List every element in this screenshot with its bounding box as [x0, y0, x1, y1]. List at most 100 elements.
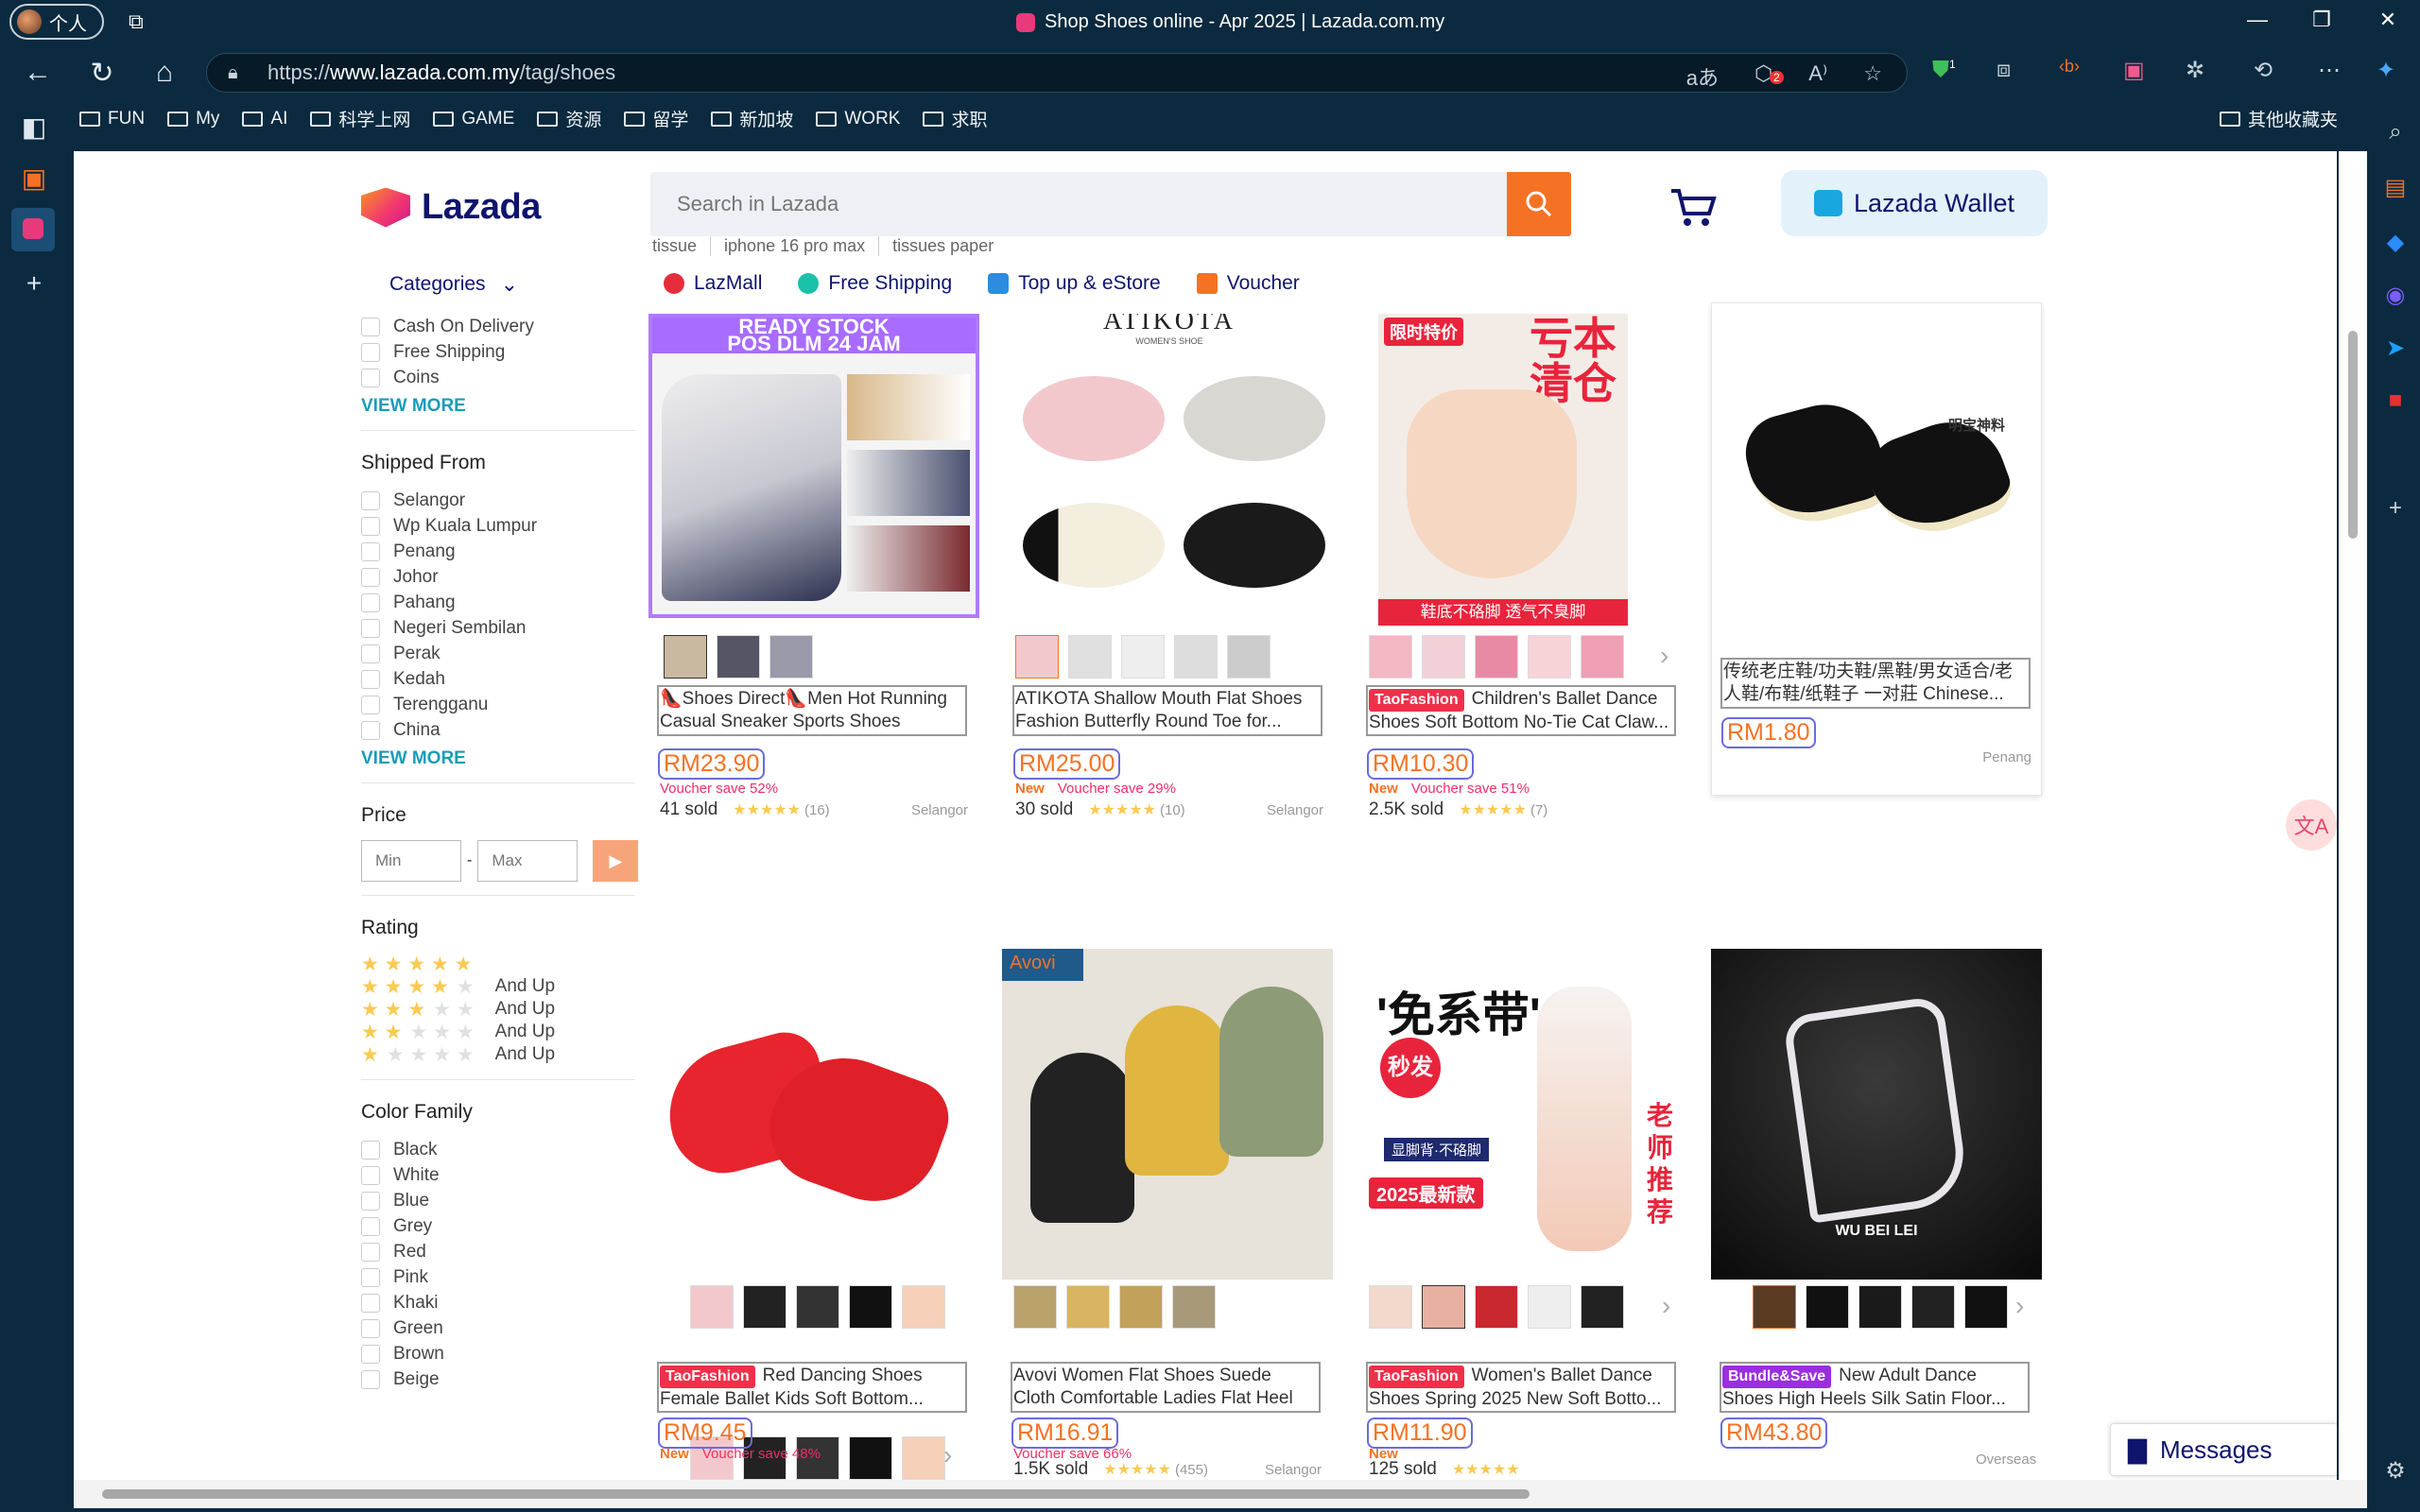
briefcase-icon[interactable]: ▤: [2380, 174, 2411, 204]
price-max-input[interactable]: [477, 840, 579, 882]
nav-topup[interactable]: Top up & eStore: [988, 272, 1161, 295]
checkbox[interactable]: [361, 516, 380, 536]
app-purple-icon[interactable]: ◉: [2380, 282, 2411, 312]
product-image[interactable]: 明宝神料: [1712, 303, 2041, 615]
checkbox[interactable]: [361, 1242, 380, 1262]
bookmark-ai[interactable]: AI: [242, 106, 287, 131]
price-apply-button[interactable]: ▶: [593, 840, 639, 882]
product-title[interactable]: ATIKOTA Shallow Mouth Flat Shoes Fashion…: [1012, 685, 1322, 736]
refresh-icon[interactable]: ↻: [83, 57, 121, 90]
back-icon[interactable]: ←: [19, 57, 57, 89]
nav-lazmall[interactable]: LazMall: [664, 272, 762, 295]
minimize-icon[interactable]: —: [2238, 8, 2276, 32]
thumb[interactable]: [1422, 635, 1465, 679]
search-input[interactable]: [650, 172, 1501, 236]
cart-icon[interactable]: [1669, 187, 1717, 229]
checkbox[interactable]: [361, 1369, 380, 1389]
read-aloud-icon[interactable]: A⁾: [1808, 61, 1827, 92]
bookmark-ziyuan[interactable]: 资源: [537, 106, 601, 131]
checkbox[interactable]: [361, 1216, 380, 1236]
history-icon[interactable]: ⟲: [2254, 57, 2273, 84]
product-image[interactable]: Avovi: [1002, 949, 1333, 1280]
nav-free-shipping[interactable]: Free Shipping: [798, 272, 952, 295]
thumb[interactable]: [1227, 635, 1270, 679]
extension-code-icon[interactable]: ‹b›: [2059, 57, 2080, 77]
product-card[interactable]: 明宝神料 传统老庄鞋/功夫鞋/黑鞋/男女适合/老人鞋/布鞋/纸鞋子 一对莊 Ch…: [1711, 302, 2042, 796]
tab-lazada-active[interactable]: [11, 208, 55, 251]
favorite-icon[interactable]: ☆: [1863, 61, 1882, 92]
bookmark-my[interactable]: My: [167, 106, 219, 131]
close-icon[interactable]: ✕: [2369, 8, 2407, 32]
suggestion-link[interactable]: tissue: [652, 236, 710, 256]
thumb[interactable]: [1369, 635, 1412, 679]
scroll-thumb[interactable]: [102, 1489, 1530, 1499]
product-card[interactable]: Avovi: [1002, 949, 1333, 1478]
suggestion-link[interactable]: iphone 16 pro max: [710, 236, 878, 256]
checkbox[interactable]: [361, 1344, 380, 1364]
checkbox[interactable]: [361, 669, 380, 689]
product-card[interactable]: 限时特价 亏本 清仓 鞋底不硌脚 透气不臭脚 › TaoFashion Childr…: [1357, 314, 1688, 843]
tab-shop-icon[interactable]: ▣: [17, 163, 51, 197]
product-title[interactable]: 👠Shoes Direct👠Men Hot Running Casual Sne…: [657, 685, 967, 736]
product-image[interactable]: '免系带' 秒发 显脚背·不硌脚 2025最新款 老师推荐: [1357, 949, 1688, 1280]
thumb[interactable]: [1475, 635, 1518, 679]
new-tab-icon[interactable]: +: [17, 268, 51, 302]
thumb[interactable]: [1174, 635, 1218, 679]
more-menu-icon[interactable]: ⋯: [2318, 57, 2341, 84]
checkbox[interactable]: [361, 593, 380, 612]
checkbox[interactable]: [361, 644, 380, 663]
checkbox[interactable]: [361, 1140, 380, 1160]
checkbox[interactable]: [361, 695, 380, 714]
thumb[interactable]: [717, 635, 760, 679]
extension-translate-icon[interactable]: ▣: [2123, 57, 2145, 84]
product-card[interactable]: '免系带' 秒发 显脚背·不硌脚 2025最新款 老师推荐: [1357, 949, 1688, 1478]
extension-shield-icon[interactable]: ⛊1: [1932, 57, 1956, 83]
floating-translate-button[interactable]: 文A: [2286, 799, 2337, 850]
product-card[interactable]: READY STOCK POS DLM 24 JAM 👠Shoes Direct👠…: [648, 314, 979, 843]
checkbox[interactable]: [361, 368, 380, 387]
checkbox[interactable]: [361, 1165, 380, 1185]
suggestion-link[interactable]: tissues paper: [878, 236, 1007, 256]
bookmark-qiuzhi[interactable]: 求职: [923, 106, 987, 131]
horizontal-scrollbar[interactable]: [74, 1480, 2367, 1508]
lazada-logo[interactable]: Lazada: [361, 187, 541, 228]
shield-icon[interactable]: ⬡ 2: [1754, 61, 1784, 92]
chevron-right-icon[interactable]: ›: [1660, 641, 1668, 671]
thumb[interactable]: [769, 635, 813, 679]
product-image[interactable]: READY STOCK POS DLM 24 JAM: [648, 314, 979, 618]
profile-button[interactable]: 个人: [9, 4, 104, 40]
messages-button[interactable]: ▇ Messages: [2110, 1423, 2337, 1476]
other-bookmarks[interactable]: 其他收藏夹: [2220, 106, 2338, 131]
app-blue-icon[interactable]: ◆: [2380, 229, 2411, 259]
search-icon[interactable]: ⌕: [2380, 119, 2411, 149]
app-red-icon[interactable]: ■: [2380, 387, 2411, 418]
product-title[interactable]: TaoFashion Children's Ballet Dance Shoes …: [1366, 685, 1676, 736]
product-title[interactable]: 传统老庄鞋/功夫鞋/黑鞋/男女适合/老人鞋/布鞋/纸鞋子 一对莊 Chinese…: [1720, 658, 2031, 709]
workspaces-icon[interactable]: ⧉: [129, 9, 144, 34]
thumb[interactable]: [1068, 635, 1112, 679]
checkbox[interactable]: [361, 1191, 380, 1211]
tab-actions-icon[interactable]: ◧: [17, 112, 51, 146]
lazada-wallet-button[interactable]: Lazada Wallet: [1781, 170, 2048, 236]
bookmark-liuxue[interactable]: 留学: [624, 106, 688, 131]
thumb[interactable]: [1015, 635, 1059, 679]
checkbox[interactable]: [361, 618, 380, 638]
checkbox[interactable]: [361, 1267, 380, 1287]
categories-dropdown[interactable]: Categories ⌄: [389, 272, 518, 297]
checkbox[interactable]: [361, 720, 380, 740]
thumb[interactable]: [1581, 635, 1624, 679]
checkbox[interactable]: [361, 1293, 380, 1313]
nav-voucher[interactable]: Voucher: [1196, 272, 1300, 295]
product-card[interactable]: WU BEI LEI: [1711, 949, 2042, 1478]
checkbox[interactable]: [361, 567, 380, 587]
bookmark-work[interactable]: WORK: [816, 106, 900, 131]
checkbox[interactable]: [361, 541, 380, 561]
thumb[interactable]: [664, 635, 707, 679]
product-image[interactable]: ATIKOTA WOMEN'S SHOE: [1004, 314, 1335, 618]
restore-icon[interactable]: ❐: [2303, 8, 2341, 32]
bookmark-kexue[interactable]: 科学上网: [310, 106, 410, 131]
thumb[interactable]: [1528, 635, 1571, 679]
product-card[interactable]: ATIKOTA WOMEN'S SHOE ATIKOTA Shallow Mou…: [1004, 314, 1335, 843]
send-icon[interactable]: ➤: [2380, 335, 2411, 365]
extension-game-icon[interactable]: ⧈: [1996, 57, 2011, 83]
